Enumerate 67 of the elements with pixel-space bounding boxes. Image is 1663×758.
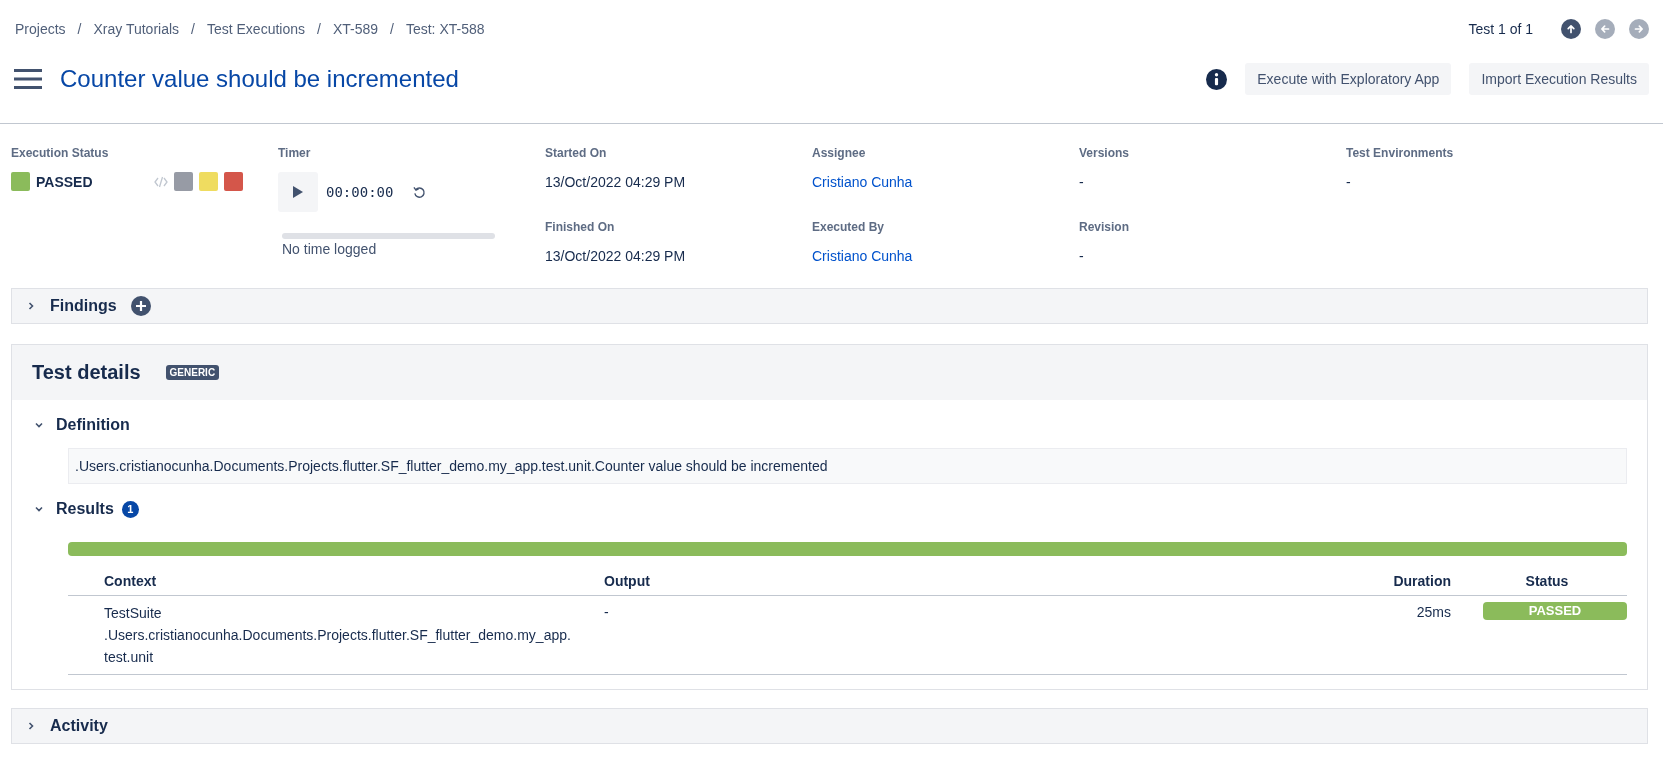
reset-icon[interactable] — [413, 185, 427, 199]
chevron-icon[interactable] — [26, 721, 36, 731]
field-label: Revision — [1079, 220, 1130, 236]
play-button[interactable] — [278, 172, 318, 212]
timer-value: 00:00:00 — [326, 184, 394, 200]
breadcrumb-link[interactable]: Projects — [15, 21, 66, 37]
info-icon[interactable] — [1206, 68, 1228, 90]
breadcrumb-link[interactable]: XT-589 — [332, 21, 379, 37]
count-badge: 1 — [121, 500, 139, 518]
action-button[interactable]: Execute with Exploratory App — [1245, 63, 1452, 95]
breadcrumb-link[interactable]: Xray Tutorials — [93, 21, 180, 37]
up-arrow-button[interactable] — [1561, 19, 1581, 39]
field-label: Execution Status — [11, 146, 110, 162]
breadcrumb-link[interactable]: Test Executions — [206, 21, 305, 37]
chevron-icon[interactable] — [34, 504, 44, 514]
field-label: Versions — [1079, 146, 1131, 162]
arrow-icon — [1598, 22, 1612, 36]
breadcrumb-separator: / — [390, 21, 394, 37]
chevron-icon[interactable] — [26, 301, 36, 311]
page-title: Counter value should be incremented — [60, 65, 459, 93]
panel-title: Test details — [32, 361, 141, 384]
section-title: Definition — [56, 416, 130, 434]
section-title: Results — [56, 500, 114, 518]
breadcrumb-link[interactable]: Test: XT-588 — [405, 21, 485, 37]
findings-bar[interactable]: Findings — [11, 288, 1648, 324]
menu-icon[interactable] — [14, 69, 42, 89]
user-link[interactable]: Cristiano Cunha — [812, 174, 1079, 192]
time-logged-text: No time logged — [282, 241, 378, 257]
table-cell: TestSuite .Users.cristianocunha.Documents.Projects.flutter.SF_flutter_demo.my_app.test.unit — [68, 595, 588, 675]
breadcrumb-separator: / — [191, 21, 195, 37]
status-swatch[interactable] — [199, 172, 218, 191]
definition-text: .Users.cristianocunha.Documents.Projects.flutter.SF_flutter_demo.my_app.test.unit.Counter value should be incremented — [68, 448, 1627, 484]
column-header: Duration — [996, 566, 1467, 596]
chevron-icon[interactable] — [34, 420, 44, 430]
status-value: PASSED — [36, 173, 94, 190]
field-label: Finished On — [545, 220, 616, 236]
table-cell: 25ms — [996, 595, 1467, 675]
arrow-icon — [1564, 22, 1578, 36]
section-title: Activity — [50, 717, 108, 735]
field-value: - — [1346, 174, 1352, 192]
status-swatch[interactable] — [224, 172, 243, 191]
breadcrumb-separator: / — [77, 21, 82, 37]
field-label: Test Environments — [1346, 146, 1455, 162]
field-label: Started On — [545, 146, 608, 162]
field-value: - — [1079, 248, 1085, 266]
pager-label: Test 1 of 1 — [1468, 21, 1533, 37]
play-icon — [293, 186, 303, 198]
activity-bar[interactable]: Activity — [11, 708, 1648, 744]
arrow-icon — [1632, 22, 1646, 36]
action-button[interactable]: Import Execution Results — [1469, 63, 1649, 95]
field-label: Assignee — [812, 146, 867, 162]
add-icon[interactable] — [130, 296, 151, 316]
column-header: Context — [68, 566, 588, 596]
column-header: Status — [1467, 566, 1627, 596]
column-header: Output — [588, 566, 997, 596]
table-cell: - — [588, 595, 997, 675]
status-swatch[interactable] — [174, 172, 193, 191]
section-title: Findings — [50, 297, 117, 315]
field-label: Executed By — [812, 220, 886, 236]
field-value: 13/Oct/2022 04:29 PM — [545, 248, 687, 266]
user-link[interactable]: Cristiano Cunha — [812, 248, 1079, 266]
field-value: - — [1079, 174, 1085, 192]
breadcrumb-separator: / — [317, 21, 321, 37]
test-type-badge: GENERIC — [165, 365, 220, 380]
field-label: Timer — [278, 146, 312, 162]
field-value: 13/Oct/2022 04:29 PM — [545, 174, 687, 192]
status-pill: PASSED — [1483, 602, 1627, 620]
